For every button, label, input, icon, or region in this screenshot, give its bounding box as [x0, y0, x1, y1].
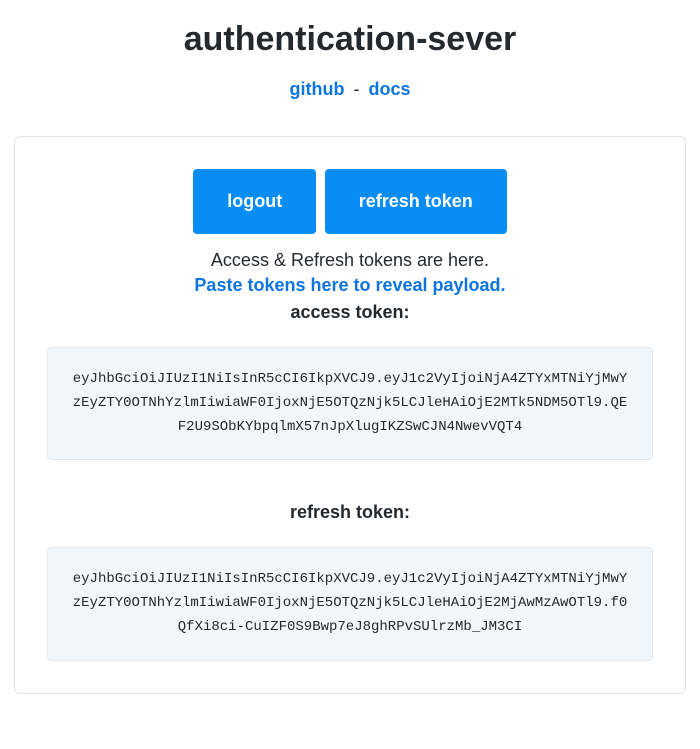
- refresh-token-value: eyJhbGciOiJIUzI1NiIsInR5cCI6IkpXVCJ9.eyJ…: [47, 547, 653, 660]
- nav-links: github - docs: [10, 79, 690, 100]
- access-token-label: access token:: [47, 302, 653, 323]
- page-title: authentication-sever: [10, 20, 690, 59]
- link-separator: -: [353, 79, 359, 99]
- paste-link-line: Paste tokens here to reveal payload.: [47, 275, 653, 296]
- button-row: logout refresh token: [47, 169, 653, 234]
- logout-button[interactable]: logout: [193, 169, 316, 234]
- refresh-token-label: refresh token:: [47, 502, 653, 523]
- docs-link[interactable]: docs: [369, 79, 411, 99]
- github-link[interactable]: github: [289, 79, 344, 99]
- token-panel: logout refresh token Access & Refresh to…: [14, 136, 686, 694]
- access-token-value: eyJhbGciOiJIUzI1NiIsInR5cCI6IkpXVCJ9.eyJ…: [47, 347, 653, 460]
- paste-tokens-link[interactable]: Paste tokens here to reveal payload.: [194, 275, 505, 295]
- refresh-token-button[interactable]: refresh token: [325, 169, 507, 234]
- info-text: Access & Refresh tokens are here.: [47, 250, 653, 271]
